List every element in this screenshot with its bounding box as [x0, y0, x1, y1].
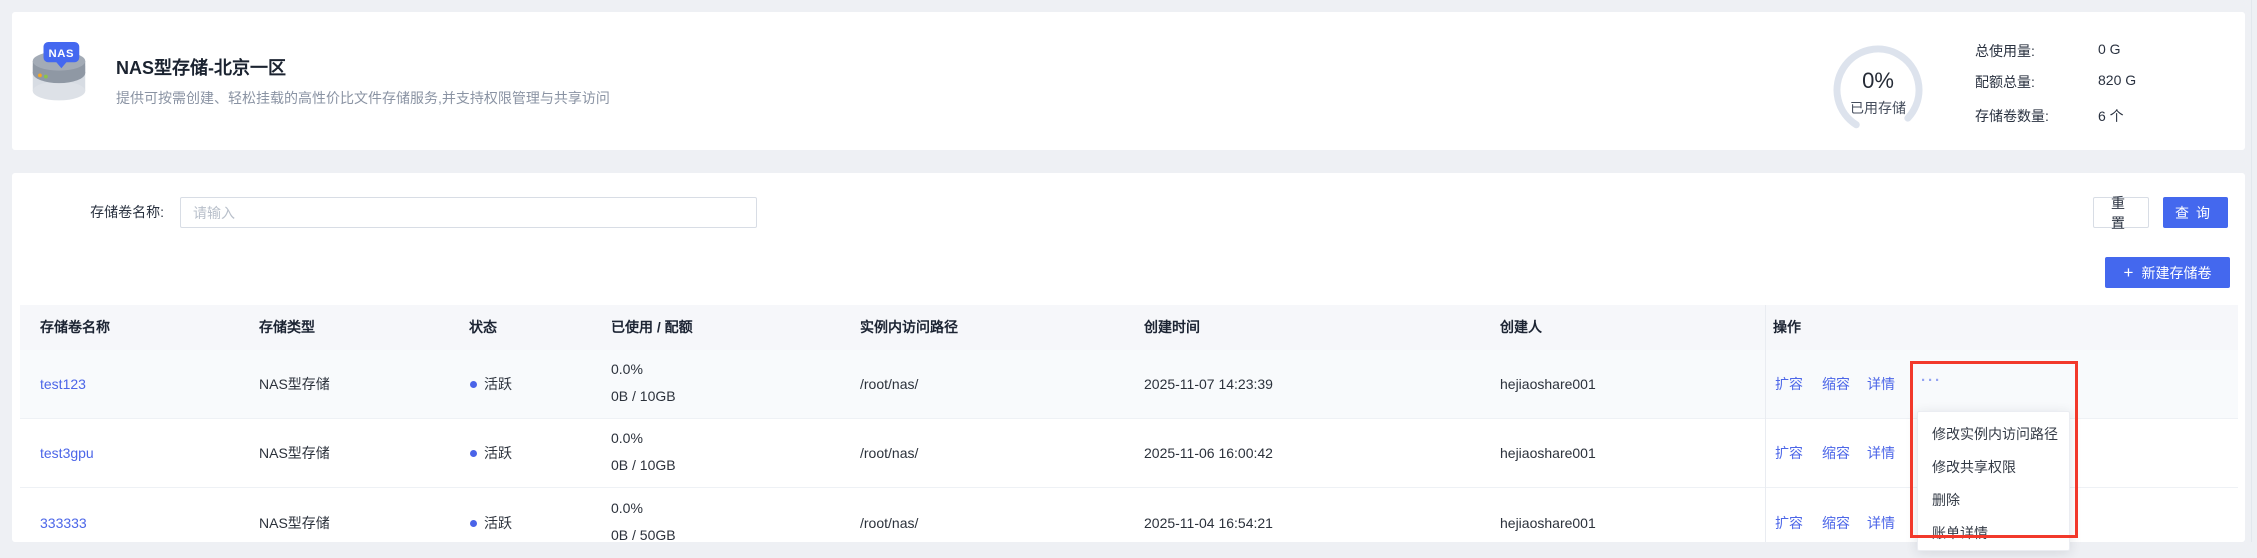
more-actions-icon[interactable]: ···: [1921, 372, 1942, 389]
svg-text:NAS: NAS: [49, 48, 75, 60]
usage-percent: 0.0%: [611, 430, 643, 446]
table-header: 存储卷名称 存储类型 状态 已使用 / 配额 实例内访问路径 创建时间 创建人 …: [20, 305, 2238, 350]
col-instance-path: 实例内访问路径: [860, 305, 958, 350]
col-usage-quota: 已使用 / 配额: [611, 305, 693, 350]
stat-volume-count-label: 存储卷数量:: [1975, 106, 2049, 126]
col-actions: 操作: [1773, 305, 1801, 350]
table-row: 333333 NAS型存储 活跃 0.0% 0B / 50GB /root/na…: [20, 487, 2238, 558]
instance-path: /root/nas/: [860, 374, 918, 394]
detail-action[interactable]: 详情: [1867, 374, 1895, 394]
status-dot: [470, 381, 477, 388]
created-time: 2025-11-07 14:23:39: [1144, 374, 1273, 394]
create-volume-button[interactable]: + 新建存储卷: [2105, 257, 2230, 288]
usage-detail: 0B / 10GB: [611, 457, 676, 473]
plus-icon: +: [2124, 263, 2134, 283]
storage-type: NAS型存储: [259, 374, 330, 394]
more-actions-dropdown: 修改实例内访问路径 修改共享权限 删除 账单详情: [1917, 411, 2070, 551]
volume-name-input[interactable]: [180, 197, 757, 228]
col-storage-type: 存储类型: [259, 305, 315, 350]
col-status: 状态: [469, 305, 497, 350]
status-dot: [470, 520, 477, 527]
usage-gauge: 0% 已用存储: [1830, 42, 1926, 138]
menu-item-delete[interactable]: 删除: [1918, 484, 2069, 517]
volume-name-link[interactable]: test3gpu: [40, 443, 94, 463]
fixed-column-divider: [1765, 305, 1766, 542]
instance-path: /root/nas/: [860, 513, 918, 533]
col-creator: 创建人: [1500, 305, 1542, 350]
status-text: 活跃: [484, 374, 512, 394]
detail-action[interactable]: 详情: [1867, 513, 1895, 533]
volume-name-link[interactable]: 333333: [40, 513, 87, 533]
creator: hejiaoshare001: [1500, 374, 1596, 394]
stat-total-used-value: 0 G: [2098, 41, 2121, 57]
table-row: test123 NAS型存储 活跃 0.0% 0B / 10GB /root/n…: [20, 350, 2238, 419]
shrink-action[interactable]: 缩容: [1822, 513, 1850, 533]
create-volume-label: 新建存储卷: [2141, 263, 2211, 283]
usage-percent: 0%: [1830, 68, 1926, 94]
menu-item-billing-detail[interactable]: 账单详情: [1918, 517, 2069, 550]
detail-action[interactable]: 详情: [1867, 443, 1895, 463]
usage-detail: 0B / 10GB: [611, 388, 676, 404]
storage-type: NAS型存储: [259, 443, 330, 463]
query-button[interactable]: 查询: [2163, 197, 2228, 228]
stat-total-used-label: 总使用量:: [1975, 41, 2035, 61]
status-text: 活跃: [484, 443, 512, 463]
shrink-action[interactable]: 缩容: [1822, 374, 1850, 394]
stat-quota-total-label: 配额总量:: [1975, 72, 2035, 92]
table-row: test3gpu NAS型存储 活跃 0.0% 0B / 10GB /root/…: [20, 418, 2238, 488]
creator: hejiaoshare001: [1500, 513, 1596, 533]
page-description: 提供可按需创建、轻松挂载的高性价比文件存储服务,并支持权限管理与共享访问: [116, 88, 610, 108]
volume-name-link[interactable]: test123: [40, 374, 86, 394]
volume-name-filter-label: 存储卷名称:: [60, 197, 164, 228]
status-dot: [470, 450, 477, 457]
usage-detail: 0B / 50GB: [611, 527, 676, 543]
status-text: 活跃: [484, 513, 512, 533]
menu-item-modify-share[interactable]: 修改共享权限: [1918, 451, 2069, 484]
usage-percent: 0.0%: [611, 500, 643, 516]
usage-percent: 0.0%: [611, 361, 643, 377]
expand-action[interactable]: 扩容: [1775, 513, 1803, 533]
creator: hejiaoshare001: [1500, 443, 1596, 463]
expand-action[interactable]: 扩容: [1775, 443, 1803, 463]
reset-button[interactable]: 重置: [2093, 197, 2149, 228]
created-time: 2025-11-06 16:00:42: [1144, 443, 1273, 463]
usage-gauge-label: 已用存储: [1830, 98, 1926, 118]
col-volume-name: 存储卷名称: [40, 305, 110, 350]
created-time: 2025-11-04 16:54:21: [1144, 513, 1273, 533]
col-created-time: 创建时间: [1144, 305, 1200, 350]
menu-item-modify-path[interactable]: 修改实例内访问路径: [1918, 418, 2069, 451]
page-title: NAS型存储-北京一区: [116, 54, 286, 80]
expand-action[interactable]: 扩容: [1775, 374, 1803, 394]
shrink-action[interactable]: 缩容: [1822, 443, 1850, 463]
window-right-border: [2251, 0, 2252, 542]
stat-volume-count-value: 6 个: [2098, 106, 2124, 126]
storage-type: NAS型存储: [259, 513, 330, 533]
stat-quota-total-value: 820 G: [2098, 72, 2136, 88]
instance-path: /root/nas/: [860, 443, 918, 463]
nas-storage-icon: NAS: [26, 42, 92, 104]
